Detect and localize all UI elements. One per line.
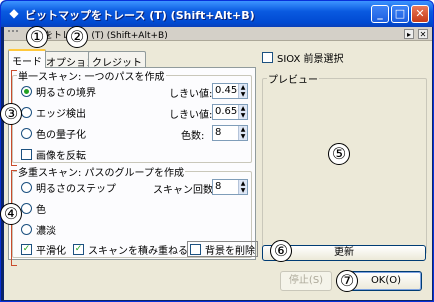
invert-image-option[interactable]: 画像を反転 [21, 146, 86, 162]
invert-image-label: 画像を反転 [36, 150, 86, 162]
radio-grays[interactable] [21, 223, 32, 235]
edge-threshold-label: しきい値: [169, 110, 213, 121]
colors-label: 色 [36, 204, 46, 216]
edge-threshold-spinner[interactable]: 0.650 ▲ ▼ [212, 104, 248, 120]
color-quantization-label: 色の量子化 [36, 129, 86, 141]
radio-brightness-cutoff[interactable] [21, 85, 32, 97]
siox-label: SIOX 前景選択 [277, 53, 344, 65]
scan-count-value: 8 [215, 181, 222, 192]
remove-background-option[interactable]: 背景を削除 [187, 241, 258, 257]
callout-6: ⑥ [270, 240, 292, 262]
callout-2: ② [66, 26, 88, 48]
spin-arrows-icon[interactable]: ▲ ▼ [238, 105, 247, 119]
siox-option[interactable]: SIOX 前景選択 [262, 49, 344, 65]
minimize-button[interactable]: _ [371, 5, 389, 23]
grip-icon[interactable] [8, 30, 18, 38]
siox-checkbox[interactable] [262, 51, 273, 63]
radio-colors[interactable] [21, 202, 32, 214]
brightness-cutoff-label: 明るさの境界 [36, 87, 96, 99]
grays-option[interactable]: 濃淡 [21, 221, 56, 237]
close-button[interactable]: ✕ [411, 5, 429, 23]
radio-color-quantization[interactable] [21, 127, 32, 139]
tab-credits[interactable]: クレジット [88, 51, 146, 69]
scan-count-spinner[interactable]: 8 ▲ ▼ [212, 179, 248, 195]
spin-arrows-icon[interactable]: ▲ ▼ [238, 126, 247, 140]
inkscape-icon: ◆ [9, 6, 19, 20]
radio-brightness-steps[interactable] [21, 181, 32, 193]
remove-background-checkbox[interactable] [190, 243, 201, 255]
brightness-steps-option[interactable]: 明るさのステップ [21, 179, 116, 195]
brightness-threshold-label: しきい値: [169, 89, 213, 100]
invert-image-checkbox[interactable] [21, 148, 32, 160]
stop-button[interactable]: 停止(S) [280, 271, 332, 291]
stack-scans-checkbox[interactable]: ✓ [73, 243, 84, 255]
remove-background-label: 背景を削除 [205, 245, 255, 257]
smooth-label: 平滑化 [36, 245, 66, 257]
brightness-cutoff-option[interactable]: 明るさの境界 [21, 83, 96, 99]
grays-label: 濃淡 [36, 225, 56, 237]
colors-option[interactable]: 色 [21, 200, 46, 216]
callout-1: ① [26, 26, 48, 48]
window-title: ビットマップをトレース (T) (Shift+Alt+B) [25, 9, 255, 22]
brightness-steps-label: 明るさのステップ [36, 183, 116, 195]
scan-count-label: スキャン回数: [153, 185, 217, 196]
smooth-option[interactable]: ✓ 平滑化 [21, 241, 66, 257]
maximize-button[interactable]: □ [391, 5, 409, 23]
color-quantization-option[interactable]: 色の量子化 [21, 125, 86, 141]
callout-7: ⑦ [336, 270, 358, 292]
stack-scans-label: スキャンを積み重ねる [88, 245, 188, 257]
spin-arrows-icon[interactable]: ▲ ▼ [238, 180, 247, 194]
preview-legend: プレビュー [268, 75, 318, 86]
color-count-spinner[interactable]: 8 ▲ ▼ [212, 125, 248, 141]
single-scan-legend: 単一スキャン: 一つのパスを作成 [18, 72, 165, 83]
edge-detection-label: エッジ検出 [36, 108, 86, 120]
callout-4: ④ [0, 203, 22, 225]
edge-detection-option[interactable]: エッジ検出 [21, 104, 86, 120]
dock-close-icon[interactable]: ✕ [418, 29, 428, 39]
dock-arrow-icon[interactable]: ▸ [404, 29, 414, 39]
color-count-value: 8 [215, 127, 222, 138]
callout-5: ⑤ [328, 143, 350, 165]
brightness-threshold-spinner[interactable]: 0.450 ▲ ▼ [212, 83, 248, 99]
ok-button[interactable]: OK(O) [350, 271, 422, 291]
spin-arrows-icon[interactable]: ▲ ▼ [238, 84, 247, 98]
dialog-client: ップをトレース (T) (Shift+Alt+B) ▸ ✕ モード オプション … [4, 27, 432, 300]
color-count-label: 色数: [181, 131, 205, 142]
title-bar[interactable]: ◆ ビットマップをトレース (T) (Shift+Alt+B) _ □ ✕ [1, 1, 433, 27]
mode-tab-panel: 単一スキャン: 一つのパスを作成 明るさの境界 しきい値: 0.450 ▲ ▼ エ… [8, 67, 258, 260]
multi-scan-legend: 多重スキャン: パスのグループを作成 [18, 168, 184, 179]
smooth-checkbox[interactable]: ✓ [21, 243, 32, 255]
callout-3: ③ [0, 103, 22, 125]
trace-bitmap-window: ◆ ビットマップをトレース (T) (Shift+Alt+B) _ □ ✕ ップ… [0, 0, 434, 302]
tab-mode[interactable]: モード [8, 49, 46, 68]
radio-edge-detection[interactable] [21, 106, 32, 118]
stack-scans-option[interactable]: ✓ スキャンを積み重ねる [73, 241, 188, 257]
